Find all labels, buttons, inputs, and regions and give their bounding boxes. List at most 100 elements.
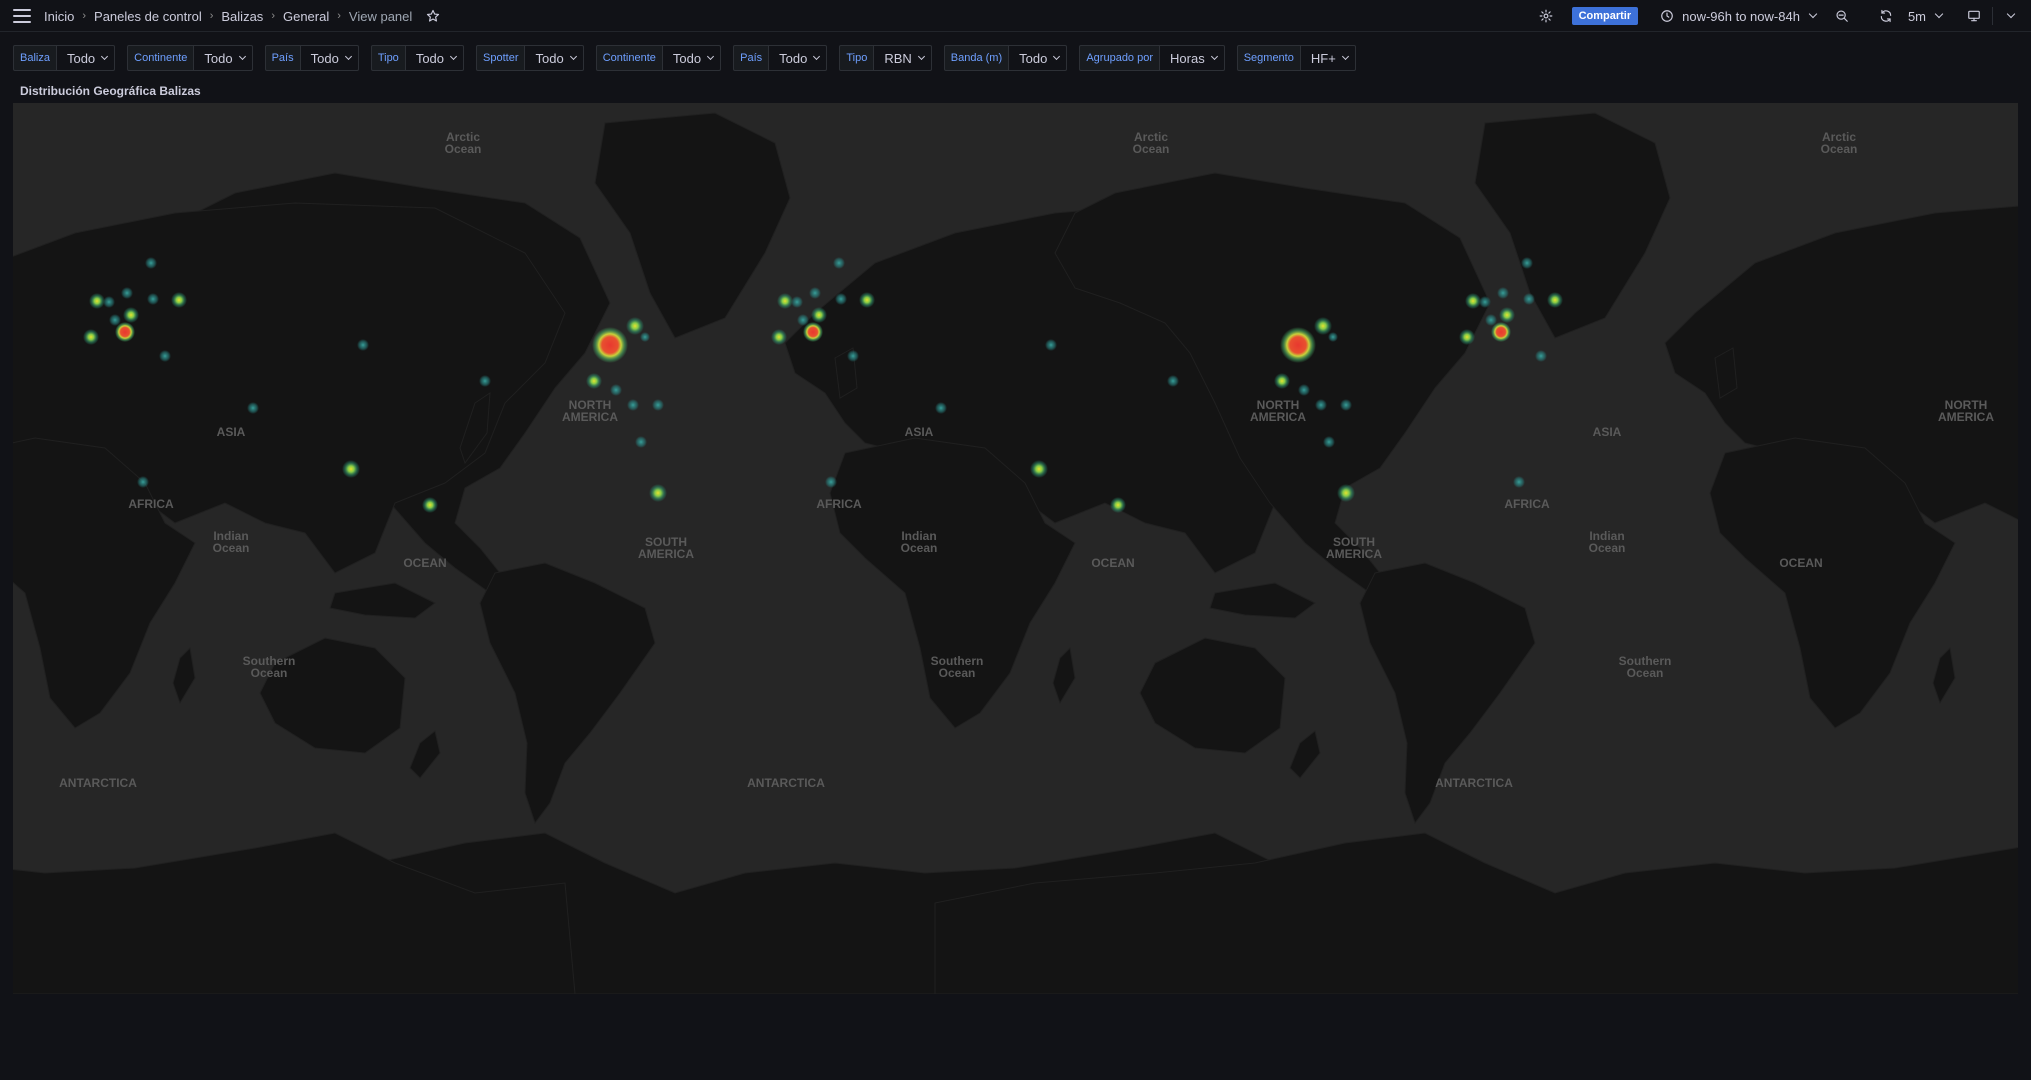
heat-spot (610, 384, 622, 396)
chevron-down-icon (1053, 52, 1061, 61)
heat-spot (121, 287, 133, 299)
var-select[interactable]: Horas (1160, 45, 1225, 71)
chevron-down-icon (1341, 52, 1349, 61)
heat-spot (1314, 317, 1332, 335)
heat-spot (859, 292, 875, 308)
map-label: AMERICA (1250, 410, 1306, 424)
breadcrumb-folder[interactable]: Balizas (221, 9, 263, 24)
heat-spot (1497, 287, 1509, 299)
map-label: AMERICA (1938, 410, 1994, 424)
map-label: Ocean (251, 666, 288, 680)
zoom-out-icon[interactable] (1834, 8, 1850, 24)
map-label: AMERICA (638, 547, 694, 561)
breadcrumb-dashboards[interactable]: Paneles de control (94, 9, 202, 24)
heat-spot (145, 257, 157, 269)
heat-spot (357, 339, 369, 351)
heat-spot (1030, 460, 1048, 478)
heat-spot (1328, 332, 1338, 342)
var-continente-spotter: Continente Todo (595, 45, 722, 71)
heat-spot (83, 329, 99, 345)
var-value: Todo (535, 50, 564, 66)
heat-spot (635, 436, 647, 448)
map-label: Ocean (1589, 541, 1626, 555)
heat-spot (247, 402, 259, 414)
var-label: Agrupado por (1079, 45, 1161, 71)
heat-spot (777, 293, 793, 309)
var-value: Todo (204, 50, 233, 66)
heat-spot (1298, 384, 1310, 396)
heat-spot (809, 287, 821, 299)
breadcrumb-home[interactable]: Inicio (44, 9, 74, 24)
var-value: Todo (415, 50, 445, 66)
var-select[interactable]: Todo (405, 45, 465, 71)
var-select[interactable]: Todo (662, 45, 722, 71)
map-label: OCEAN (403, 556, 446, 570)
var-label: Spotter (476, 45, 526, 71)
variables-bar: Baliza Todo Continente Todo País Todo Ti… (13, 45, 1368, 71)
tv-mode-icon[interactable] (1966, 8, 1982, 24)
menu-icon[interactable] (13, 9, 31, 23)
var-agrupado: Agrupado por Horas (1079, 45, 1225, 71)
var-select[interactable]: RBN (874, 45, 932, 71)
var-value: Todo (779, 50, 808, 66)
var-label: Segmento (1236, 45, 1301, 71)
map-label: Ocean (1133, 142, 1170, 156)
collapse-chevron-icon[interactable] (2003, 8, 2019, 24)
var-select[interactable]: Todo (300, 45, 359, 71)
var-select[interactable]: HF+ (1300, 45, 1356, 71)
chevron-right-icon: › (337, 10, 341, 22)
heat-spot (1274, 373, 1290, 389)
heat-spot (825, 476, 837, 488)
heat-spot (771, 329, 787, 345)
var-continente: Continente Todo (127, 45, 253, 71)
heat-spot (342, 460, 360, 478)
map-label: ANTARCTICA (59, 776, 137, 790)
map-label: OCEAN (1779, 556, 1822, 570)
heat-spot (1513, 476, 1525, 488)
geomap[interactable]: Arctic Ocean NORTH AMERICA ASIA AFRICA Indian O… (13, 103, 2018, 994)
var-select[interactable]: Todo (769, 45, 828, 71)
chevron-down-icon (1808, 9, 1818, 19)
var-select[interactable]: Todo (56, 45, 116, 71)
heat-spot (1280, 327, 1316, 363)
star-icon[interactable] (426, 9, 440, 23)
time-range-picker[interactable]: now-96h to now-84h (1660, 9, 1818, 24)
chevron-down-icon (917, 52, 925, 61)
var-value: Todo (66, 50, 96, 66)
heat-spot (835, 293, 847, 305)
chevron-down-icon (238, 52, 246, 61)
share-button[interactable]: Compartir (1571, 7, 1639, 25)
var-select[interactable]: Todo (1009, 45, 1068, 71)
breadcrumb-dashboard[interactable]: General (283, 9, 329, 24)
chevron-down-icon (1934, 9, 1944, 19)
var-banda: Banda (m) Todo (943, 45, 1068, 71)
map-label: Ocean (1627, 666, 1664, 680)
refresh-interval-value: 5m (1907, 8, 1926, 24)
gear-icon[interactable] (1538, 8, 1554, 24)
heat-spot (833, 257, 845, 269)
heat-spot (1465, 293, 1481, 309)
map-label: Ocean (939, 666, 976, 680)
refresh-icon[interactable] (1878, 8, 1894, 24)
map-label: AFRICA (128, 497, 174, 511)
heat-spot (1110, 497, 1126, 513)
var-select[interactable]: Todo (525, 45, 584, 71)
heat-spot (1485, 314, 1497, 326)
var-label: Continente (127, 45, 195, 71)
heat-spot (109, 314, 121, 326)
refresh-interval-select[interactable]: 5m (1907, 8, 1944, 24)
heat-spot (1167, 375, 1179, 387)
map-label: Ocean (1821, 142, 1858, 156)
heat-spot (811, 307, 827, 323)
heat-spot (586, 373, 602, 389)
heat-spot (1535, 350, 1547, 362)
heat-spot (1337, 484, 1355, 502)
map-label: ASIA (905, 425, 934, 439)
map-label: ASIA (1593, 425, 1622, 439)
var-select[interactable]: Todo (194, 45, 253, 71)
heat-spot (137, 476, 149, 488)
map-label: AMERICA (562, 410, 618, 424)
var-pais-spotter: País Todo (733, 45, 828, 71)
chevron-down-icon (813, 52, 821, 61)
heat-spot (171, 292, 187, 308)
